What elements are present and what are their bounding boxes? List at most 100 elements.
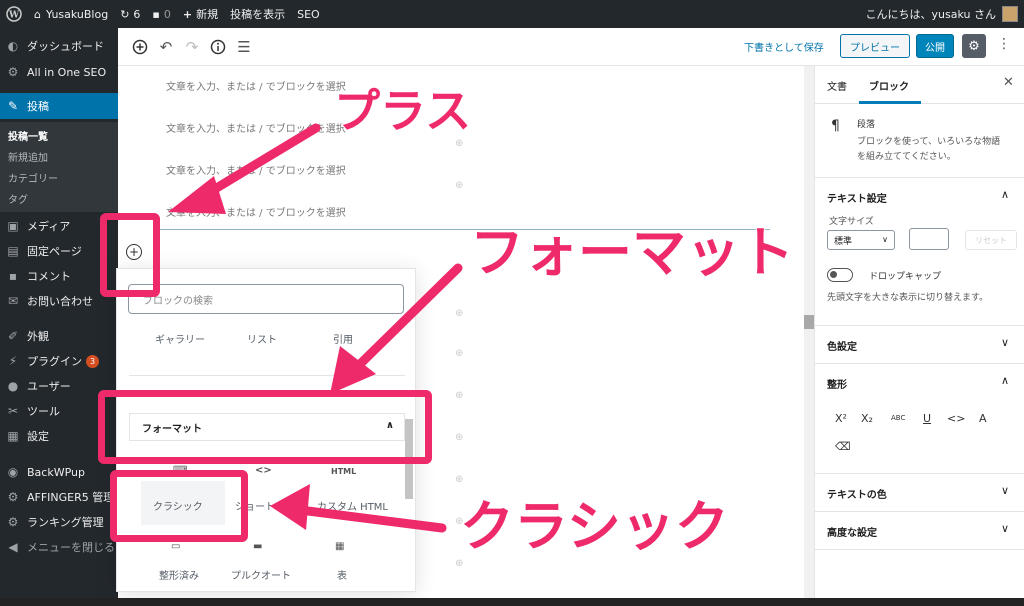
text-color-toggle[interactable]: テキストの色 bbox=[827, 486, 887, 501]
classic-highlight-box bbox=[110, 470, 248, 542]
publish-button[interactable]: 公開 bbox=[916, 34, 954, 58]
settings-icon: ▦ bbox=[7, 429, 19, 443]
updates-link[interactable]: ↻ 6 bbox=[114, 0, 146, 28]
new-content-link[interactable]: + 新規 bbox=[177, 0, 224, 28]
submenu-tags[interactable]: タグ bbox=[8, 191, 28, 206]
block-navigation-button[interactable]: ☰ bbox=[234, 37, 254, 57]
font-size-select[interactable]: 標準 ∨ bbox=[827, 230, 895, 250]
eraser-icon[interactable]: ⌫ bbox=[835, 440, 851, 453]
kebab-menu-icon: ⋮ bbox=[997, 36, 1011, 52]
chevron-down-icon: ∨ bbox=[1001, 522, 1010, 535]
block-item-gallery[interactable]: ギャラリー bbox=[155, 331, 205, 346]
save-draft-button[interactable]: 下書きとして保存 bbox=[744, 39, 824, 54]
dashboard-icon: ◐ bbox=[7, 39, 19, 53]
pin-icon: ✎ bbox=[7, 99, 19, 113]
text-color-panel: テキストの色 ∨ bbox=[815, 474, 1024, 512]
text-settings-toggle[interactable]: テキスト設定 bbox=[827, 190, 887, 205]
redo-button[interactable]: ↷ bbox=[182, 37, 202, 57]
block-item-table[interactable]: 表 bbox=[337, 567, 347, 582]
paragraph-placeholder[interactable]: 文章を入力、または / でブロックを選択 bbox=[166, 78, 346, 93]
drop-cap-toggle[interactable] bbox=[827, 268, 853, 282]
avatar bbox=[1002, 6, 1018, 22]
sibling-inserter-icon[interactable]: ⊕ bbox=[455, 390, 463, 401]
block-item-pullquote[interactable]: プルクオート bbox=[231, 567, 291, 582]
undo-icon: ↶ bbox=[159, 38, 173, 56]
plus-highlight-box bbox=[100, 213, 160, 297]
text-color-button[interactable]: A bbox=[979, 412, 987, 425]
settings-toggle-button[interactable]: ⚙ bbox=[962, 34, 986, 58]
inline-code-button[interactable]: <> bbox=[947, 412, 965, 425]
submenu-all-posts[interactable]: 投稿一覧 bbox=[8, 128, 48, 143]
text-settings-panel: テキスト設定 ∧ bbox=[815, 178, 1024, 326]
submenu-categories[interactable]: カテゴリー bbox=[8, 170, 58, 185]
custom-font-size-input[interactable] bbox=[909, 228, 949, 250]
admin-sidebar: ◐ ダッシュボード ⚙ All in One SEO ✎ 投稿 投稿一覧 新規追加 カ… bbox=[0, 28, 118, 606]
sidebar-collapse-menu[interactable]: ◀ メニューを閉じる bbox=[0, 535, 118, 559]
pullquote-icon: ▬ bbox=[253, 541, 263, 552]
sidebar-item-ranking[interactable]: ⚙ ランキング管理 bbox=[0, 510, 118, 534]
preview-button[interactable]: プレビュー bbox=[840, 34, 910, 58]
sidebar-item-affinger[interactable]: ⚙ AFFINGER5 管理 bbox=[0, 485, 118, 509]
account-menu[interactable]: こんにちは、yusaku さん bbox=[866, 0, 1018, 28]
plus-icon: + bbox=[182, 7, 193, 21]
close-settings-button[interactable]: ✕ bbox=[1003, 75, 1014, 90]
info-icon bbox=[210, 39, 226, 55]
sibling-inserter-icon[interactable]: ⊕ bbox=[455, 348, 463, 359]
svg-text:W: W bbox=[8, 11, 20, 21]
block-item-custom-html[interactable]: カスタム HTML bbox=[317, 498, 388, 513]
sibling-inserter-icon[interactable]: ⊕ bbox=[455, 308, 463, 319]
chevron-up-icon: ∧ bbox=[1001, 374, 1010, 387]
plugin-icon: ⚡ bbox=[8, 354, 18, 368]
sidebar-item-dashboard[interactable]: ◐ ダッシュボード bbox=[0, 34, 118, 58]
divider bbox=[129, 375, 405, 376]
paragraph-placeholder[interactable]: 文章を入力、または / でブロックを選択 bbox=[166, 120, 346, 135]
strikethrough-button[interactable]: ABC bbox=[891, 414, 905, 422]
toggle-knob bbox=[830, 271, 837, 278]
comment-icon: ▪ bbox=[8, 269, 18, 283]
block-search-input[interactable]: ブロックの検索 bbox=[128, 284, 404, 314]
block-item-quote[interactable]: 引用 bbox=[333, 331, 353, 346]
undo-button[interactable]: ↶ bbox=[156, 37, 176, 57]
underline-button[interactable]: U bbox=[923, 412, 931, 425]
classic-callout: クラシック bbox=[459, 495, 730, 558]
comment-icon: ▪ bbox=[152, 7, 160, 21]
posts-submenu: 投稿一覧 新規追加 カテゴリー タグ bbox=[0, 122, 118, 212]
content-info-button[interactable] bbox=[208, 37, 228, 57]
sidebar-item-posts[interactable]: ✎ 投稿 bbox=[0, 93, 118, 119]
paragraph-placeholder[interactable]: 文章を入力、または / でブロックを選択 bbox=[166, 162, 346, 177]
sidebar-item-appearance[interactable]: ✐ 外観 bbox=[0, 324, 118, 348]
tab-block[interactable]: ブロック bbox=[869, 78, 909, 93]
format-callout: フォーマット bbox=[469, 221, 795, 284]
canvas-scrollbar[interactable] bbox=[804, 66, 814, 606]
superscript-button[interactable]: X² bbox=[835, 412, 847, 425]
block-card: ¶ 段落 ブロックを使って、いろいろな物語 を組み立ててください。 bbox=[815, 104, 1024, 178]
font-size-reset-button[interactable]: リセット bbox=[965, 230, 1017, 250]
block-item-list[interactable]: リスト bbox=[247, 331, 277, 346]
add-block-button[interactable] bbox=[130, 37, 150, 57]
sibling-inserter-icon[interactable]: ⊕ bbox=[455, 558, 463, 569]
block-item-preformatted[interactable]: 整形済み bbox=[159, 567, 199, 582]
sidebar-item-plugins[interactable]: ⚡ プラグイン 3 bbox=[0, 349, 118, 373]
wordpress-logo-icon[interactable]: W bbox=[0, 0, 28, 28]
sidebar-item-backwpup[interactable]: ◉ BackWPup bbox=[0, 460, 118, 484]
sibling-inserter-icon[interactable]: ⊕ bbox=[455, 138, 463, 149]
submenu-add-new[interactable]: 新規追加 bbox=[8, 149, 48, 164]
more-options-button[interactable]: ⋮ bbox=[994, 36, 1014, 56]
formatting-toggle[interactable]: 整形 bbox=[827, 376, 847, 391]
subscript-button[interactable]: X₂ bbox=[861, 412, 873, 425]
sibling-inserter-icon[interactable]: ⊕ bbox=[455, 432, 463, 443]
comments-link[interactable]: ▪ 0 bbox=[146, 0, 176, 28]
canvas-scrollbar-thumb[interactable] bbox=[804, 315, 814, 329]
sibling-inserter-icon[interactable]: ⊕ bbox=[455, 474, 463, 485]
site-name-link[interactable]: ⌂ YusakuBlog bbox=[28, 0, 114, 28]
paragraph-placeholder[interactable]: 文章を入力、または / でブロックを選択 bbox=[166, 204, 346, 219]
color-settings-toggle[interactable]: 色設定 bbox=[827, 338, 857, 353]
mail-icon: ✉ bbox=[7, 294, 19, 308]
view-post-link[interactable]: 投稿を表示 bbox=[224, 0, 291, 28]
tab-document[interactable]: 文書 bbox=[827, 78, 847, 93]
seo-link[interactable]: SEO bbox=[291, 0, 326, 28]
advanced-toggle[interactable]: 高度な設定 bbox=[827, 524, 877, 539]
sibling-inserter-icon[interactable]: ⊕ bbox=[455, 180, 463, 191]
block-description-line-2: を組み立ててください。 bbox=[857, 152, 956, 162]
sidebar-item-all-in-one-seo[interactable]: ⚙ All in One SEO bbox=[0, 60, 118, 84]
